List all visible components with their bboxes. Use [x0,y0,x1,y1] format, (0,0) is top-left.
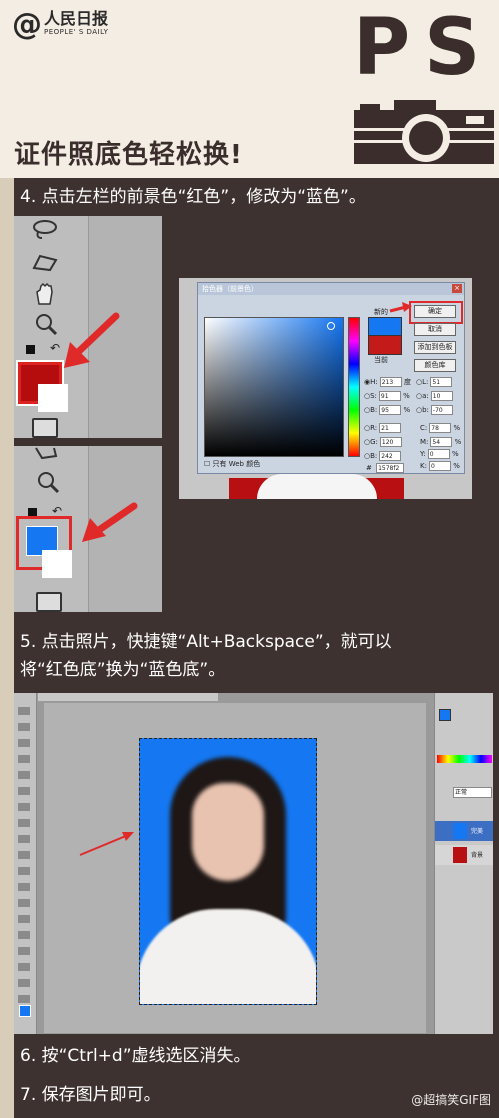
add-to-swatches-button[interactable]: 添加到色板 [414,341,456,354]
field-R[interactable]: ○R: 21 [364,423,402,433]
quick-mask-icon[interactable] [32,418,58,438]
hue-slider[interactable] [348,317,360,457]
hand-icon [36,282,53,305]
polygon-lasso-icon [35,447,58,460]
layer-row-2[interactable]: 背景 [435,845,493,865]
color-picker-dialog: 拾色器（前景色） × 新的 当前 确定 取消 添加到色板 颜色库 ◉H: 213 … [197,282,465,474]
new-color-label: 新的 [374,308,388,316]
field-hex[interactable]: # 1578f2 [366,463,405,473]
page-title: 证件照底色轻松换! [14,140,243,170]
step-7-text: 7. 保存图片即可。 [20,1085,161,1105]
header: @ 人民日报 PEOPLE' S DAILY PS 证件照底色轻松换! [0,0,499,178]
background-color-swatch[interactable] [38,384,68,412]
step-6-text: 6. 按“Ctrl+d”虚线选区消失。 [20,1046,251,1066]
step-5-text-line2: 将“红色底”换为“蓝色底”。 [20,660,226,680]
red-arrow-icon [79,832,134,856]
left-accent-bar [0,178,14,1118]
field-Y[interactable]: Y: 0 % [420,449,459,459]
photoshop-workspace-screenshot: 正常 完美 背景 [14,693,493,1034]
field-B-rgb[interactable]: ○B: 242 [364,451,402,461]
toolbox-screenshot-red: ↶ [14,216,162,438]
field-G[interactable]: ○G: 120 [364,437,402,447]
red-arrow-icon [64,312,120,368]
step-5-text-line1: 5. 点击照片，快捷键“Alt+Backspace”，就可以 [20,632,392,652]
photo-preview-person [257,474,377,499]
camera-icon [354,100,494,164]
dialog-titlebar: 拾色器（前景色） × [198,283,464,295]
current-color-label: 当前 [374,356,388,364]
web-colors-checkbox[interactable]: ☐ 只有 Web 颜色 [204,459,260,469]
color-panel-fg [439,709,451,721]
toolbox-screenshot-blue: ↶ [14,446,162,612]
logo-name-en: PEOPLE' S DAILY [44,28,109,36]
logo-name-cn: 人民日报 [44,9,109,28]
default-colors-icon[interactable] [26,345,35,354]
background-color-swatch[interactable] [42,550,72,578]
color-picker-screenshot: 拾色器（前景色） × 新的 当前 确定 取消 添加到色板 颜色库 ◉H: 213 … [179,278,472,499]
field-C[interactable]: C: 78 % [420,423,460,433]
red-arrow-icon [389,302,412,313]
step-4-text: 4. 点击左栏的前景色“红色”，修改为“蓝色”。 [20,187,366,207]
color-spectrum-bar [437,755,492,763]
saturation-brightness-field[interactable] [204,317,344,457]
red-arrow-icon [82,502,138,542]
field-B[interactable]: ○B: 95 % [364,405,410,415]
tools-panel [14,693,37,1034]
dialog-title: 拾色器（前景色） [202,285,258,293]
right-panels: 正常 完美 背景 [434,693,493,1034]
zoom-icon [38,472,60,494]
field-H[interactable]: ◉H: 213 度 [364,377,411,387]
weibo-watermark: @超搞笑GIF图 [411,1093,491,1107]
current-color-preview [368,335,402,355]
face [192,783,264,881]
weibo-at-icon: @ [12,7,42,42]
dialog-close-icon[interactable]: × [452,284,462,293]
field-L[interactable]: ○L: 51 [416,377,453,387]
photo-document[interactable] [139,738,317,1005]
color-picker-cursor [327,322,335,330]
zoom-icon [36,314,58,336]
color-libraries-button[interactable]: 颜色库 [414,359,456,372]
field-M[interactable]: M: 54 % [420,437,461,447]
shirt [140,909,316,1004]
lasso-icon [33,220,57,239]
ok-highlight-box [409,301,463,324]
ps-heading: PS [353,3,495,93]
field-S[interactable]: ○S: 91 % [364,391,410,401]
layer-1-name: 完美 [471,828,484,835]
blend-mode-select[interactable]: 正常 [453,787,492,798]
layer-row-1[interactable]: 完美 [435,821,493,841]
swap-colors-icon[interactable]: ↶ [50,341,60,355]
peoples-daily-logo: @ 人民日报 PEOPLE' S DAILY [12,10,108,40]
foreground-color-swatch-blue[interactable] [19,1005,31,1017]
cancel-button[interactable]: 取消 [414,323,456,336]
layer-2-name: 背景 [471,852,484,859]
document-tab [38,693,218,701]
field-b[interactable]: ○b: -70 [416,405,453,415]
field-a[interactable]: ○a: 10 [416,391,453,401]
polygon-lasso-icon [32,254,58,272]
field-K[interactable]: K: 0 % [420,461,460,471]
new-color-preview [368,317,402,337]
quick-mask-icon[interactable] [36,592,62,612]
